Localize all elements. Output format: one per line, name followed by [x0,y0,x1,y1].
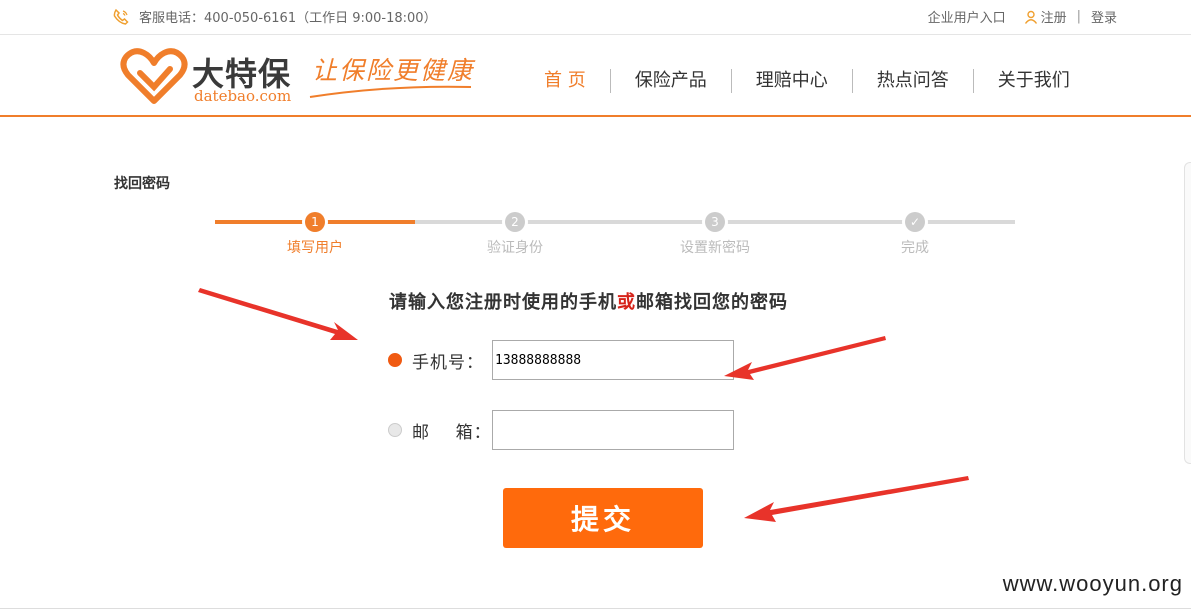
slogan-underline [309,85,472,98]
submit-button[interactable]: 提交 [503,488,703,548]
step-2-number: 2 [505,212,525,232]
nav-claims[interactable]: 理赔中心 [730,69,852,93]
brand-domain: datebao.com [194,87,292,105]
phone-label: 手机号： [412,352,484,373]
main-nav: 首 页 保险产品 理赔中心 热点问答 关于我们 [520,69,1094,93]
step-3-label: 设置新密码 [680,240,750,256]
email-radio[interactable] [388,423,402,437]
page-title: 找回密码 [114,176,170,192]
step-4: ✓ 完成 [815,211,1015,257]
email-label: 邮 箱： [412,422,492,443]
user-icon [1024,10,1037,24]
step-4-label: 完成 [901,240,929,256]
annotation-arrow-input [724,336,886,380]
step-2-label: 验证身份 [487,240,543,256]
nav-products[interactable]: 保险产品 [609,69,731,93]
account-links: 企业用户入口 注册 | 登录 [928,7,1117,26]
step-3: 3 设置新密码 [615,211,815,257]
step-indicator: 1 填写用户 2 验证身份 3 设置新密码 ✓ 完成 [215,211,1015,261]
nav-faq[interactable]: 热点问答 [851,69,973,93]
hotline-text: 客服电话：400-050-6161（工作日 9:00-18:00） [139,11,437,26]
site-header: 大特保 datebao.com 让保险更健康 首 页 保险产品 理赔中心 热点问… [0,35,1191,117]
instruction-part-1: 请输入您注册时使用的手机 [389,292,617,313]
hotline: 客服电话：400-050-6161（工作日 9:00-18:00） [112,7,437,26]
email-input[interactable] [492,410,734,450]
watermark: www.wooyun.org [1002,571,1183,596]
phone-icon [113,8,129,25]
enterprise-entry-link[interactable]: 企业用户入口 [928,7,1006,26]
nav-about[interactable]: 关于我们 [972,69,1094,93]
email-option-row: 邮 箱： [388,410,734,450]
step-1-label: 填写用户 [287,240,343,256]
nav-home[interactable]: 首 页 [520,69,610,93]
step-1: 1 填写用户 [215,211,415,257]
step-1-number: 1 [305,212,325,232]
top-bar: 客服电话：400-050-6161（工作日 9:00-18:00） 企业用户入口… [0,0,1191,35]
step-3-number: 3 [705,212,725,232]
footer-divider [0,608,1191,609]
annotation-arrow-submit [744,476,969,522]
instruction-highlight: 或 [617,292,636,313]
annotation-arrow-left [198,288,358,340]
register-link[interactable]: 注册 [1041,7,1067,26]
instruction-part-2: 邮箱找回您的密码 [636,292,788,313]
site-logo[interactable]: 大特保 datebao.com 让保险更健康 [120,47,480,107]
login-link[interactable]: 登录 [1091,7,1117,26]
heart-logo-icon [120,48,188,104]
phone-input[interactable] [492,340,734,380]
brand-slogan: 让保险更健康 [312,56,475,85]
step-2: 2 验证身份 [415,211,615,257]
phone-option-row: 手机号： [388,340,734,380]
side-feedback-tab[interactable] [1184,162,1191,464]
link-separator: | [1076,9,1081,24]
form-instruction: 请输入您注册时使用的手机或邮箱找回您的密码 [389,288,788,314]
phone-radio[interactable] [388,353,402,367]
step-4-check-icon: ✓ [905,212,925,232]
